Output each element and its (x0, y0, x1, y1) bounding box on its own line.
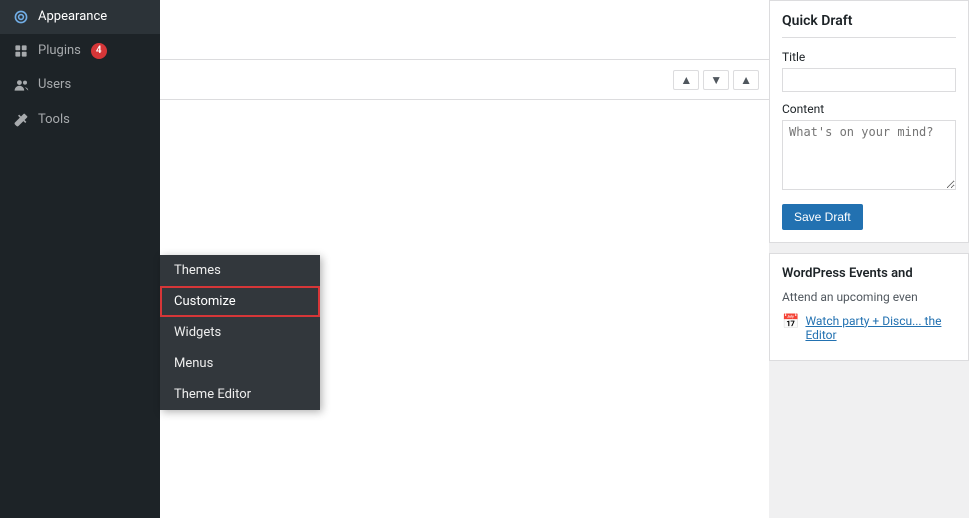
appearance-icon (12, 8, 30, 26)
expand-icon: ▲ (740, 73, 752, 87)
sidebar-item-tools[interactable]: Tools (0, 103, 160, 137)
quick-draft-title: Quick Draft (782, 13, 956, 38)
up-icon: ▲ (680, 73, 692, 87)
sidebar-item-label-users: Users (38, 76, 71, 94)
event-item: 📅 Watch party + Discu... the Editor (782, 314, 956, 342)
content-textarea[interactable] (782, 120, 956, 190)
events-description: Attend an upcoming even (782, 289, 956, 306)
content-label: Content (782, 102, 956, 116)
content-toolbar: ▲ ▼ ▲ (160, 60, 769, 100)
flyout-item-widgets[interactable]: Widgets (160, 317, 320, 348)
save-draft-label: Save Draft (794, 210, 851, 224)
event-link[interactable]: Watch party + Discu... the Editor (805, 314, 956, 342)
event-calendar-icon: 📅 (782, 314, 799, 330)
flyout-item-theme-editor[interactable]: Theme Editor (160, 379, 320, 410)
title-label: Title (782, 50, 956, 64)
flyout-item-menus[interactable]: Menus (160, 348, 320, 379)
events-title: WordPress Events and (782, 266, 956, 281)
title-input[interactable] (782, 68, 956, 92)
sidebar-item-label-plugins: Plugins (38, 42, 81, 60)
sidebar-item-plugins[interactable]: Plugins 4 (0, 34, 160, 68)
save-draft-button[interactable]: Save Draft (782, 204, 863, 230)
sidebar-item-appearance[interactable]: Appearance (0, 0, 160, 34)
toolbar-down-button[interactable]: ▼ (703, 70, 729, 90)
tools-icon (12, 111, 30, 129)
sidebar-item-label-tools: Tools (38, 111, 70, 129)
right-panel: Quick Draft Title Content Save Draft Wor… (769, 0, 969, 518)
sidebar-item-label-appearance: Appearance (38, 8, 107, 26)
plugins-badge: 4 (91, 43, 107, 59)
sidebar-item-users[interactable]: Users (0, 68, 160, 102)
sidebar: Appearance Plugins 4 (0, 0, 160, 518)
events-panel: WordPress Events and Attend an upcoming … (769, 253, 969, 361)
flyout-item-themes[interactable]: Themes (160, 255, 320, 286)
flyout-menu: Themes Customize Widgets Menus Theme Edi… (160, 255, 320, 410)
plugins-icon (12, 42, 30, 60)
content-top-bar (160, 0, 769, 60)
users-icon (12, 76, 30, 94)
toolbar-up-button[interactable]: ▲ (673, 70, 699, 90)
quick-draft-panel: Quick Draft Title Content Save Draft (769, 0, 969, 243)
toolbar-expand-button[interactable]: ▲ (733, 70, 759, 90)
down-icon: ▼ (710, 73, 722, 87)
flyout-item-customize[interactable]: Customize (160, 286, 320, 317)
